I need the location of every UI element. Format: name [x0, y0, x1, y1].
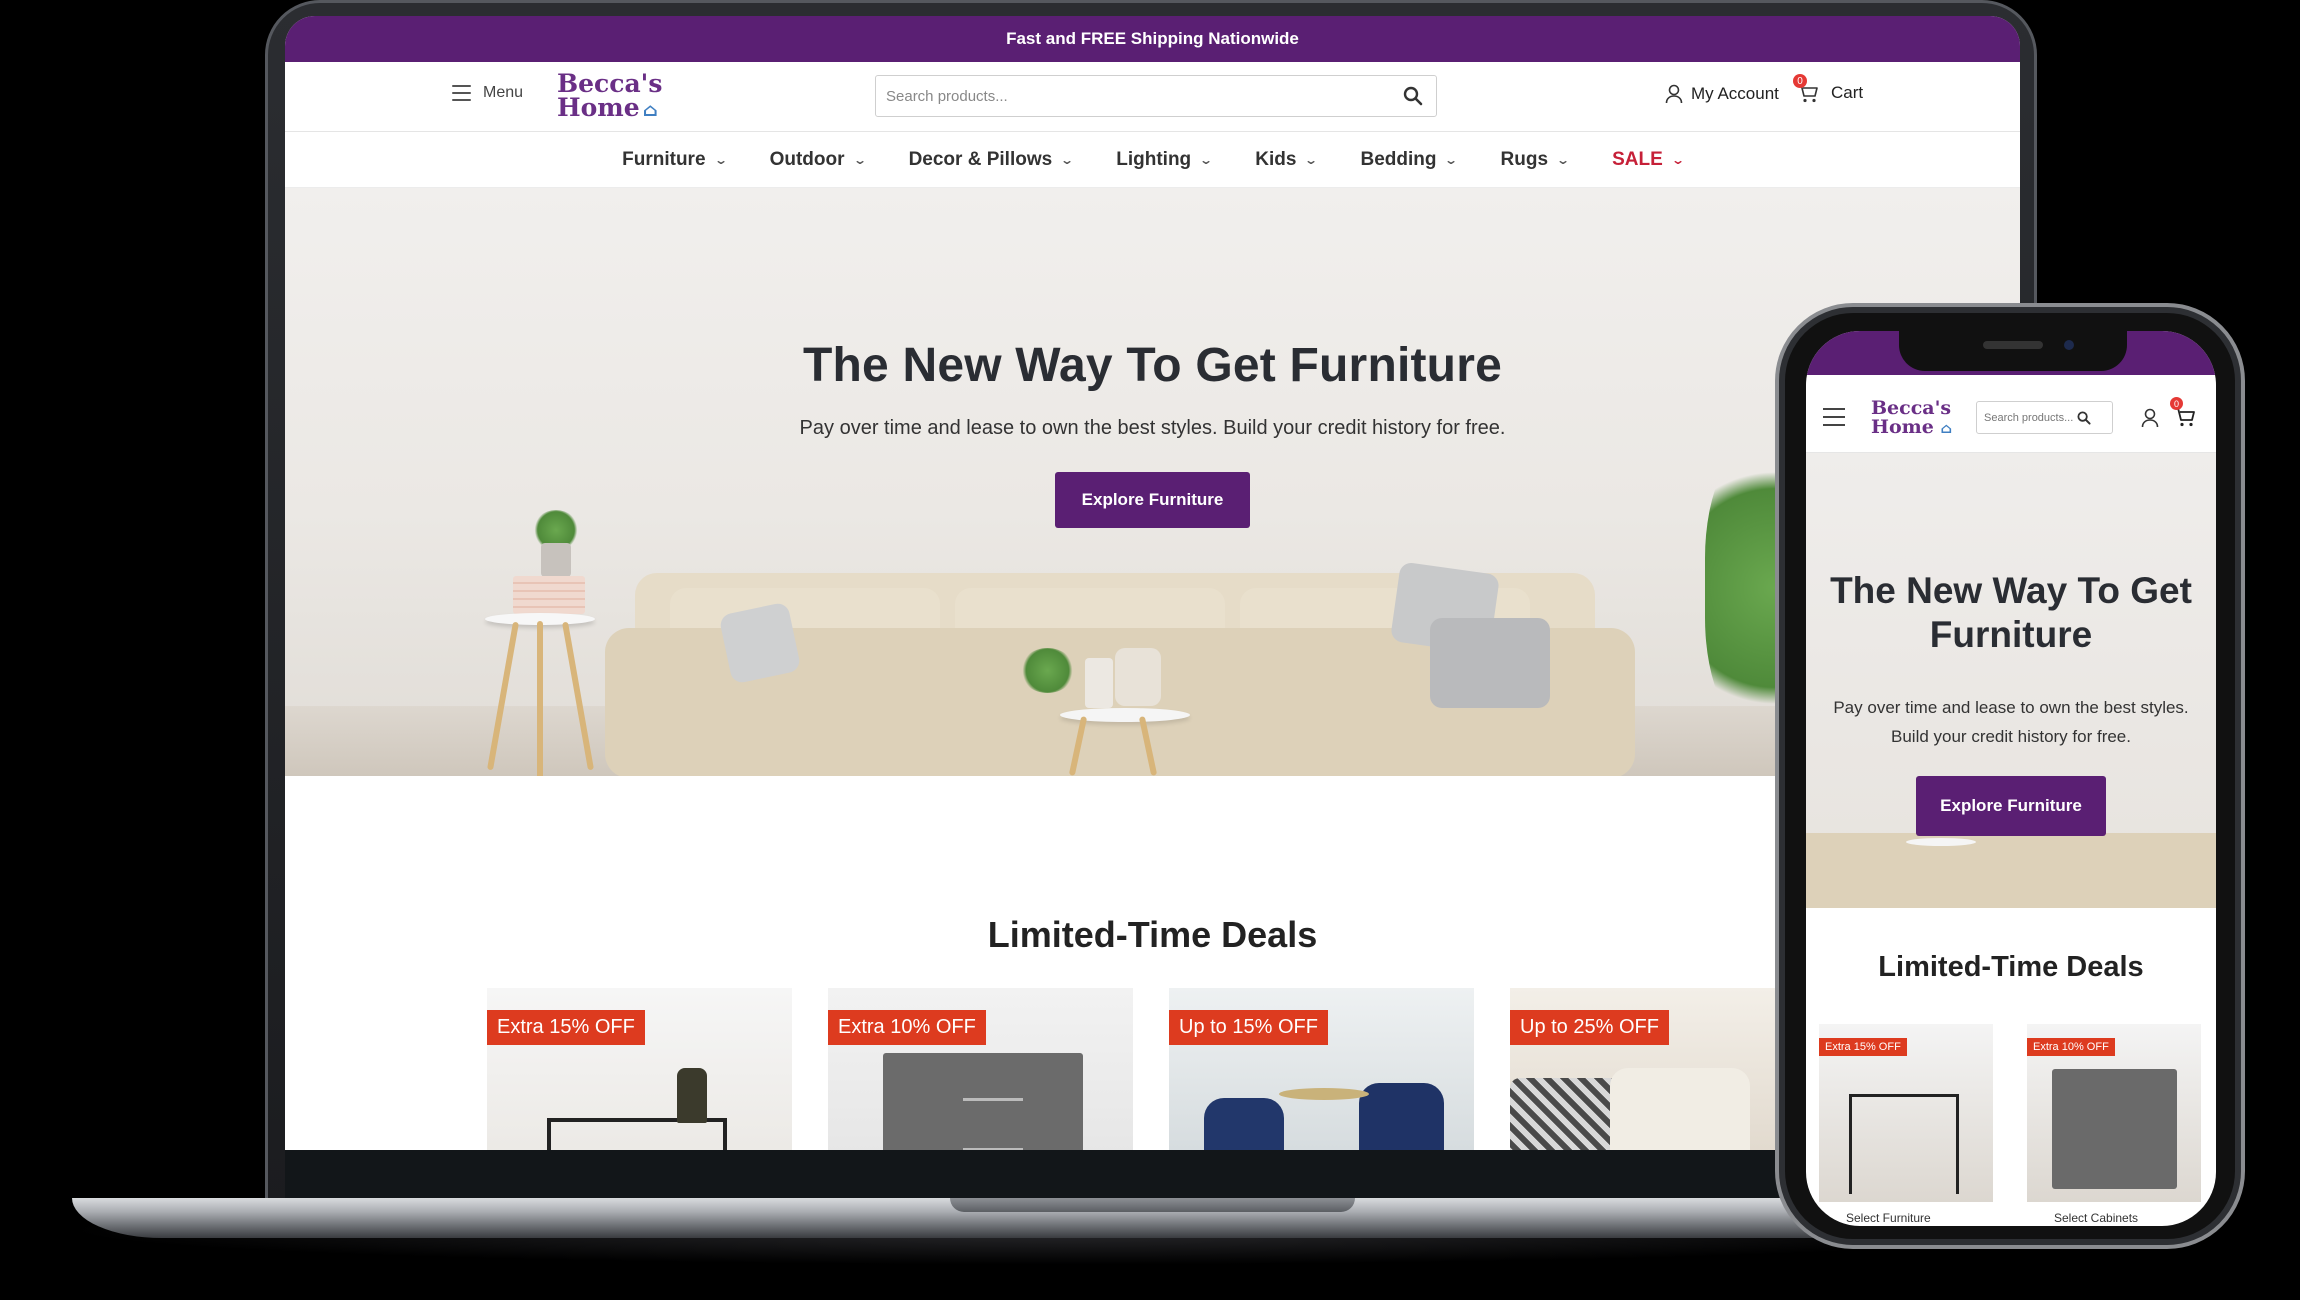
mobile-card-link[interactable]: Select Furniture: [1846, 1211, 1931, 1225]
books-image: [513, 576, 585, 614]
nav-rugs[interactable]: Rugs ⌄: [1500, 148, 1571, 171]
mobile-search-input[interactable]: [1977, 411, 2077, 424]
phone-frame: Becca's Home ⌂ 0 The New Way To Get Furn…: [1775, 303, 2245, 1249]
hero-title: The New Way To Get Furniture: [803, 339, 1502, 392]
desktop-site: Fast and FREE Shipping Nationwide Menu B…: [285, 16, 2020, 1198]
phone-speaker: [1983, 341, 2043, 349]
deal-tag: Extra 15% OFF: [1819, 1038, 1907, 1056]
mobile-hero: The New Way To Get Furniture Pay over ti…: [1806, 453, 2216, 908]
nav-label: Kids: [1255, 148, 1297, 170]
nav-furniture[interactable]: Furniture ⌄: [622, 148, 728, 171]
nav-label: SALE: [1612, 148, 1663, 170]
site-header: Menu Becca's Home⌂ My Account 0 Cart: [285, 62, 2020, 132]
nav-sale[interactable]: SALE ⌄: [1612, 148, 1685, 171]
chevron-down-icon: ⌄: [713, 152, 728, 167]
nav-kids[interactable]: Kids ⌄: [1255, 148, 1319, 171]
chevron-down-icon: ⌄: [1304, 152, 1319, 167]
hero-subtitle: Pay over time and lease to own the best …: [799, 417, 1506, 439]
plant-pot: [541, 543, 571, 577]
explore-furniture-button[interactable]: Explore Furniture: [1054, 472, 1251, 528]
chevron-down-icon: ⌄: [1199, 152, 1214, 167]
nav-label: Decor & Pillows: [908, 148, 1053, 170]
deal-tag: Extra 10% OFF: [2027, 1038, 2115, 1056]
phone-notch: [1899, 331, 2127, 371]
nav-label: Outdoor: [769, 148, 845, 170]
search-button[interactable]: [1390, 76, 1436, 116]
mobile-deal-card[interactable]: Extra 15% OFF: [1819, 1024, 1993, 1202]
deal-tag: Up to 25% OFF: [1510, 1010, 1669, 1045]
nav-outdoor[interactable]: Outdoor ⌄: [769, 148, 867, 171]
chevron-down-icon: ⌄: [1444, 152, 1459, 167]
vase: [1115, 648, 1161, 706]
mobile-hero-subtitle: Pay over time and lease to own the best …: [1833, 698, 2189, 746]
cart-link[interactable]: 0 Cart: [1793, 74, 1864, 104]
logo-line-2: Home: [557, 93, 640, 122]
house-icon: ⌂: [1940, 421, 1953, 437]
mobile-search-bar: [1976, 401, 2113, 434]
chevron-down-icon: ⌄: [1556, 152, 1571, 167]
mobile-explore-button[interactable]: Explore Furniture: [1916, 776, 2106, 836]
cabinet-image: [2052, 1069, 2177, 1189]
promo-bar: Fast and FREE Shipping Nationwide: [285, 16, 2020, 62]
mobile-deal-card[interactable]: Extra 10% OFF: [2027, 1024, 2201, 1202]
mobile-hero-title: The New Way To Get Furniture: [1830, 570, 2192, 655]
my-account-link[interactable]: My Account: [1665, 84, 1779, 104]
plant-image: [1020, 648, 1075, 693]
mobile-header: Becca's Home ⌂ 0: [1806, 375, 2216, 453]
search-icon: [1403, 86, 1423, 106]
menu-label: Menu: [483, 84, 524, 101]
mobile-deals-title: Limited-Time Deals: [1878, 951, 2144, 983]
bar-cart-image: [1849, 1094, 1959, 1194]
cabinet-handle: [963, 1098, 1023, 1101]
site-footer-bar: [285, 1150, 2020, 1198]
menu-button[interactable]: Menu: [452, 84, 523, 102]
chevron-down-icon: ⌄: [852, 152, 867, 167]
promo-text: Fast and FREE Shipping Nationwide: [1006, 29, 1299, 48]
dining-table: [1279, 1088, 1369, 1100]
nav-decor-pillows[interactable]: Decor & Pillows ⌄: [908, 148, 1075, 171]
deal-tag: Up to 15% OFF: [1169, 1010, 1328, 1045]
mobile-site: Becca's Home ⌂ 0 The New Way To Get Furn…: [1806, 331, 2216, 1226]
coffee-table: [1906, 838, 1976, 846]
chevron-down-icon: ⌄: [1670, 152, 1685, 167]
main-nav: Furniture ⌄ Outdoor ⌄ Decor & Pillows ⌄ Lig…: [285, 132, 2020, 188]
nav-label: Furniture: [622, 148, 706, 170]
account-label: My Account: [1691, 84, 1779, 103]
nav-label: Bedding: [1360, 148, 1437, 170]
deal-tag: Extra 15% OFF: [487, 1010, 645, 1045]
chevron-down-icon: ⌄: [1060, 152, 1075, 167]
mobile-logo[interactable]: Becca's Home ⌂: [1871, 399, 1952, 439]
search-icon[interactable]: [2077, 410, 2091, 425]
user-icon: [1665, 84, 1683, 104]
nav-label: Rugs: [1500, 148, 1549, 170]
camera-icon: [2064, 340, 2074, 350]
vase: [1085, 658, 1113, 708]
deal-tag: Extra 10% OFF: [828, 1010, 986, 1045]
nav-lighting[interactable]: Lighting ⌄: [1116, 148, 1214, 171]
bottles: [677, 1068, 707, 1123]
cart-count-badge: 0: [1793, 74, 1807, 88]
hero-banner: The New Way To Get Furniture Pay over ti…: [285, 188, 2020, 776]
pillow: [718, 601, 802, 685]
cart-count-badge: 0: [2170, 397, 2183, 410]
search-input[interactable]: [876, 76, 1390, 116]
hamburger-icon[interactable]: [1823, 408, 1845, 426]
laptop-notch: [950, 1198, 1355, 1212]
hamburger-icon: [452, 85, 471, 101]
table-leg: [537, 621, 543, 776]
logo-line-2: Home: [1871, 416, 1934, 438]
pillow: [1430, 618, 1550, 708]
mobile-card-link[interactable]: Select Cabinets: [2054, 1211, 2138, 1225]
house-icon: ⌂: [642, 100, 658, 121]
deals-title: Limited-Time Deals: [987, 914, 1318, 955]
sofa-image: [1806, 833, 2216, 908]
search-bar: [875, 75, 1437, 117]
nav-bedding[interactable]: Bedding ⌄: [1360, 148, 1459, 171]
nav-label: Lighting: [1116, 148, 1192, 170]
user-icon[interactable]: [2141, 408, 2159, 428]
cart-label: Cart: [1831, 83, 1864, 102]
site-logo[interactable]: Becca's Home ⌂: [557, 71, 662, 123]
hero-content: The New Way To Get Furniture Pay over ti…: [285, 338, 2020, 528]
